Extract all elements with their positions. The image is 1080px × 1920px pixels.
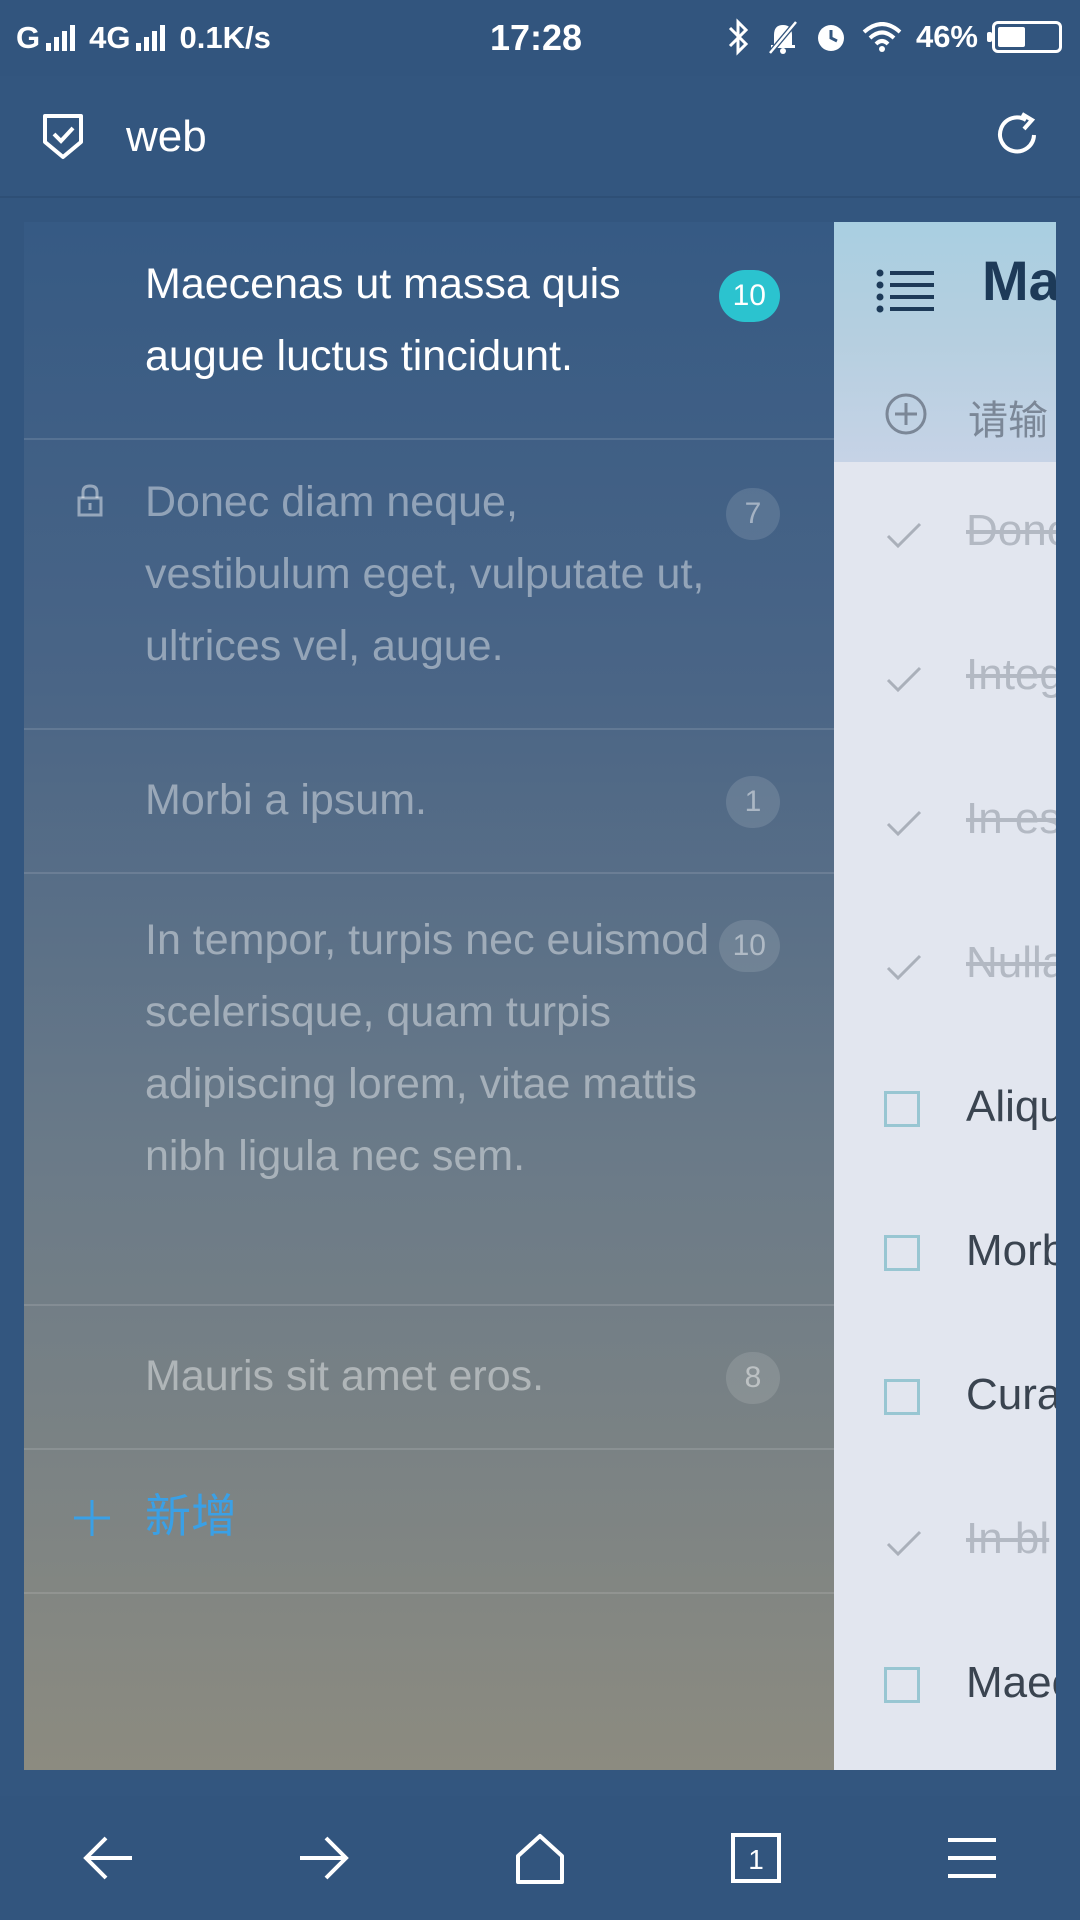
tabs-icon[interactable]: 1 bbox=[728, 1830, 784, 1886]
task-list-header: Ma 请输 bbox=[834, 222, 1056, 462]
add-task-input[interactable]: 请输 bbox=[968, 388, 1048, 446]
list-drawer: Maecenas ut massa quis augue luctus tinc… bbox=[24, 222, 834, 1770]
list-label: Maecenas ut massa quis augue luctus tinc… bbox=[145, 260, 621, 380]
task-row[interactable]: Donc bbox=[834, 462, 1056, 606]
count-badge: 1 bbox=[726, 776, 780, 828]
task-text: Donc bbox=[966, 506, 1056, 555]
add-list-button[interactable]: 新增 bbox=[24, 1450, 834, 1594]
bluetooth-icon bbox=[728, 18, 749, 56]
refresh-icon[interactable] bbox=[992, 110, 1042, 160]
carrier-label: G bbox=[16, 20, 41, 55]
task-row[interactable]: In es bbox=[834, 750, 1056, 894]
task-checkbox[interactable] bbox=[884, 1235, 920, 1271]
task-list-title: Ma bbox=[982, 249, 1056, 312]
battery-icon bbox=[987, 21, 1062, 53]
wifi-icon bbox=[862, 22, 902, 52]
drawer-list-item[interactable]: Maecenas ut massa quis augue luctus tinc… bbox=[24, 222, 834, 440]
drawer-list-item[interactable]: Mauris sit amet eros. 8 bbox=[24, 1306, 834, 1450]
task-checkbox[interactable] bbox=[884, 1667, 920, 1703]
task-text: In es bbox=[966, 794, 1056, 843]
status-bar: G 4G 0.1K/s 17:28 46% bbox=[0, 0, 1080, 76]
task-row[interactable]: Maec bbox=[834, 1614, 1056, 1758]
task-row[interactable]: Integ bbox=[834, 606, 1056, 750]
list-icon[interactable] bbox=[876, 268, 934, 314]
task-list-panel: Ma 请输 Donc Integ In es Nulla Aliqu Morb Cura In… bbox=[834, 222, 1056, 1770]
check-icon[interactable] bbox=[884, 514, 924, 554]
lock-icon bbox=[77, 484, 103, 517]
svg-text:1: 1 bbox=[748, 1844, 764, 1875]
app-bar: web bbox=[0, 76, 1080, 198]
drawer-list-item[interactable]: In tempor, turpis nec euismod scelerisqu… bbox=[24, 874, 834, 1306]
list-label: Morbi a ipsum. bbox=[145, 776, 427, 824]
list-label: Mauris sit amet eros. bbox=[145, 1352, 545, 1400]
signal-icon bbox=[46, 25, 76, 51]
task-text: Morb bbox=[966, 1226, 1056, 1275]
task-row[interactable]: Cura bbox=[834, 1326, 1056, 1470]
task-text: Cura bbox=[966, 1370, 1056, 1419]
list-label: Donec diam neque, vestibulum eget, vulpu… bbox=[145, 478, 705, 670]
task-text: In bl bbox=[966, 1514, 1050, 1563]
back-arrow-icon[interactable] bbox=[80, 1830, 136, 1886]
task-text: Integ bbox=[966, 650, 1056, 699]
count-badge: 7 bbox=[726, 488, 780, 540]
count-badge: 10 bbox=[718, 270, 780, 322]
task-row[interactable]: In bl bbox=[834, 1470, 1056, 1614]
forward-arrow-icon[interactable] bbox=[296, 1830, 352, 1886]
menu-icon[interactable] bbox=[944, 1830, 1000, 1886]
alarm-icon bbox=[817, 25, 844, 51]
task-checkbox[interactable] bbox=[884, 1379, 920, 1415]
battery-fill bbox=[998, 27, 1025, 47]
page-title: web bbox=[126, 112, 207, 161]
net-speed: 0.1K/s bbox=[179, 20, 271, 55]
task-text: Nulla bbox=[966, 938, 1056, 987]
task-checkbox[interactable] bbox=[884, 1091, 920, 1127]
mute-bell-icon bbox=[768, 20, 798, 55]
check-icon[interactable] bbox=[884, 1522, 924, 1562]
task-row[interactable]: Nulla bbox=[834, 894, 1056, 1038]
signal-icon-2 bbox=[136, 25, 166, 51]
add-task-icon[interactable] bbox=[884, 392, 928, 436]
count-badge: 8 bbox=[726, 1352, 780, 1404]
status-right: 46% bbox=[726, 18, 1062, 56]
task-row[interactable]: Morb bbox=[834, 1182, 1056, 1326]
network-label: 4G bbox=[89, 20, 131, 55]
shield-check-icon[interactable] bbox=[40, 112, 86, 160]
check-icon[interactable] bbox=[884, 658, 924, 698]
status-left: G 4G 0.1K/s bbox=[16, 20, 271, 56]
task-row[interactable]: Aliqu bbox=[834, 1038, 1056, 1182]
list-label: In tempor, turpis nec euismod scelerisqu… bbox=[145, 916, 710, 1180]
plus-icon bbox=[74, 1500, 110, 1536]
home-icon[interactable] bbox=[512, 1830, 568, 1886]
check-icon[interactable] bbox=[884, 946, 924, 986]
clock: 17:28 bbox=[490, 17, 583, 58]
task-text: Aliqu bbox=[966, 1082, 1056, 1131]
drawer-list-item[interactable]: Donec diam neque, vestibulum eget, vulpu… bbox=[24, 440, 834, 730]
drawer-list-item[interactable]: Morbi a ipsum. 1 bbox=[24, 730, 834, 874]
count-badge: 10 bbox=[718, 920, 780, 972]
task-text: Maec bbox=[966, 1658, 1056, 1707]
bottom-nav: 1 bbox=[0, 1796, 1080, 1920]
add-list-label: 新增 bbox=[145, 1489, 237, 1543]
check-icon[interactable] bbox=[884, 802, 924, 842]
battery-percent: 46% bbox=[915, 19, 978, 54]
